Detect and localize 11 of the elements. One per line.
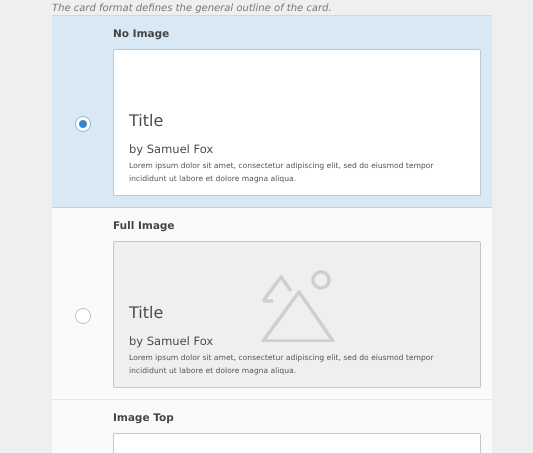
hint-text: The card format defines the general outline of the card. xyxy=(52,3,332,15)
card-byline: by Samuel Fox xyxy=(129,142,214,156)
radio-button[interactable] xyxy=(74,116,90,132)
card-format-option[interactable]: Image Top xyxy=(52,400,492,453)
card-byline: by Samuel Fox xyxy=(129,334,214,348)
radio-button[interactable] xyxy=(74,308,90,324)
card-title: Title xyxy=(129,111,164,130)
card-title: Title xyxy=(129,303,164,322)
option-label: Full Image xyxy=(113,220,176,232)
option-label: Image Top xyxy=(113,412,175,424)
option-label: No Image xyxy=(113,28,170,40)
